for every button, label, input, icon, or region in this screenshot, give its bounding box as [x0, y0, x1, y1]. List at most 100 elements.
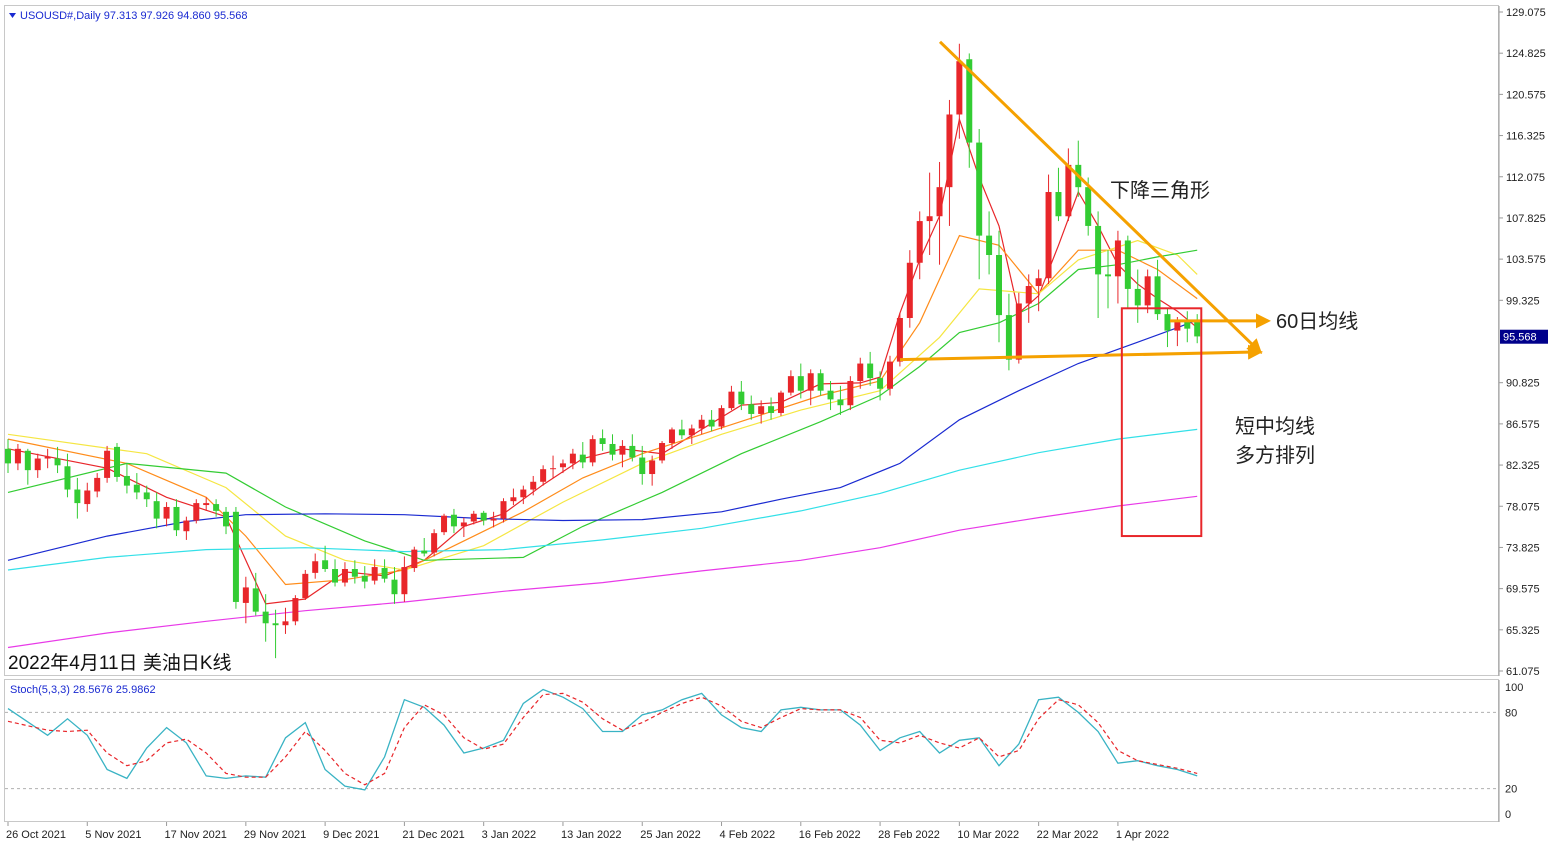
candle-body: [1194, 319, 1201, 337]
candle-body: [312, 561, 319, 573]
candle-body: [341, 569, 348, 583]
candle-body: [163, 506, 170, 519]
stoch-tick-label: 100: [1505, 682, 1523, 694]
candle-body: [698, 419, 705, 429]
candle-body: [956, 61, 963, 115]
stoch-header: Stoch(5,3,3) 28.5676 25.9862: [10, 684, 156, 696]
candle-body: [718, 408, 725, 427]
time-tick-label: 13 Jan 2022: [561, 829, 622, 841]
candle-body: [738, 391, 745, 405]
price-tick-label: 112.075: [1506, 172, 1545, 184]
candle-body: [857, 363, 864, 381]
candle-body: [114, 446, 121, 477]
price-tick-label: 61.075: [1506, 666, 1540, 678]
candle-body: [1025, 286, 1032, 304]
candle: [718, 405, 725, 430]
symbol-header[interactable]: USOUSD#,Daily 97.313 97.926 94.860 95.56…: [9, 10, 248, 22]
price-tick-label: 65.325: [1506, 625, 1540, 637]
candle-body: [559, 463, 566, 468]
time-tick-label: 21 Dec 2021: [402, 829, 464, 841]
candle-body: [5, 448, 11, 464]
time-tick-label: 17 Nov 2021: [165, 829, 227, 841]
candle-body: [906, 262, 913, 318]
price-tick-label: 116.325: [1506, 131, 1545, 143]
candle-body: [490, 518, 497, 521]
candle-body: [272, 623, 279, 626]
candle-body: [530, 481, 537, 490]
chart-window: 129.075 124.825 120.575 116.325 112.075 107.8…: [0, 0, 1553, 851]
candle-body: [252, 588, 259, 612]
time-tick-label: 29 Nov 2021: [244, 829, 306, 841]
candle-body: [777, 392, 784, 413]
candle-body: [589, 439, 596, 463]
candle-body: [24, 450, 31, 471]
candle-body: [292, 598, 299, 622]
price-tick-label: 86.575: [1506, 419, 1540, 431]
candle-body: [133, 484, 140, 493]
time-tick-label: 28 Feb 2022: [878, 829, 940, 841]
candle-body: [361, 575, 368, 582]
candle-body: [302, 573, 309, 599]
candle-body: [441, 515, 448, 533]
candle-body: [946, 114, 953, 188]
ma-arrangement-annotation-line1: 短中均线: [1235, 415, 1315, 438]
stoch-tick-label: 80: [1505, 707, 1517, 719]
candle-body: [886, 361, 893, 389]
candle-body: [1055, 192, 1062, 217]
candle-body: [520, 489, 527, 498]
candle-body: [44, 456, 51, 459]
candle-body: [203, 503, 210, 506]
candle-body: [351, 569, 358, 577]
candle-body: [381, 568, 388, 579]
candle: [589, 435, 596, 467]
candle-body: [104, 450, 111, 478]
price-tick-label: 73.825: [1506, 542, 1540, 554]
candle-body: [877, 378, 884, 389]
candle-body: [371, 567, 378, 581]
candle-body: [678, 429, 685, 436]
candle-body: [421, 550, 428, 554]
candle-body: [14, 448, 21, 464]
candle-body: [768, 406, 775, 413]
candle-body: [391, 579, 398, 595]
time-tick-label: 4 Feb 2022: [720, 829, 776, 841]
ma60-annotation: 60日均线: [1276, 310, 1358, 333]
time-tick-label: 26 Oct 2021: [6, 829, 66, 841]
candle-body: [34, 458, 41, 471]
candle-body: [510, 497, 517, 502]
candle-body: [688, 428, 695, 436]
chart-background: [0, 0, 1553, 851]
candle-body: [668, 429, 675, 444]
candle-body: [817, 373, 824, 391]
time-tick-label: 16 Feb 2022: [799, 829, 861, 841]
candle-body: [64, 466, 71, 490]
candle-body: [569, 453, 576, 464]
candle-body: [649, 460, 656, 475]
time-tick-label: 9 Dec 2021: [323, 829, 379, 841]
candle-body: [401, 567, 408, 595]
candle-body: [332, 569, 339, 583]
price-tick-label: 120.575: [1506, 89, 1546, 101]
price-tick-label: 124.825: [1506, 48, 1546, 60]
time-tick-label: 1 Apr 2022: [1116, 829, 1169, 841]
triangle-annotation: 下降三角形: [1110, 179, 1210, 202]
candle-body: [411, 549, 418, 569]
candle-body: [1095, 225, 1102, 275]
candle-body: [242, 587, 249, 603]
candle-body: [550, 468, 557, 470]
price-tick-label: 107.825: [1506, 213, 1546, 225]
candle-body: [1124, 240, 1131, 289]
stoch-tick-label: 0: [1505, 809, 1511, 821]
candle-body: [976, 142, 983, 236]
candle-body: [787, 376, 794, 393]
candle: [114, 443, 121, 482]
symbol-header-text: USOUSD#,Daily 97.313 97.926 94.860 95.56…: [20, 10, 248, 22]
candle-body: [916, 221, 923, 263]
candle-body: [183, 520, 190, 532]
candle-body: [847, 380, 854, 406]
candle-body: [807, 373, 814, 391]
candle-body: [1114, 240, 1121, 277]
candle-body: [282, 621, 289, 626]
candle-body: [797, 376, 804, 391]
candle-body: [867, 363, 874, 379]
